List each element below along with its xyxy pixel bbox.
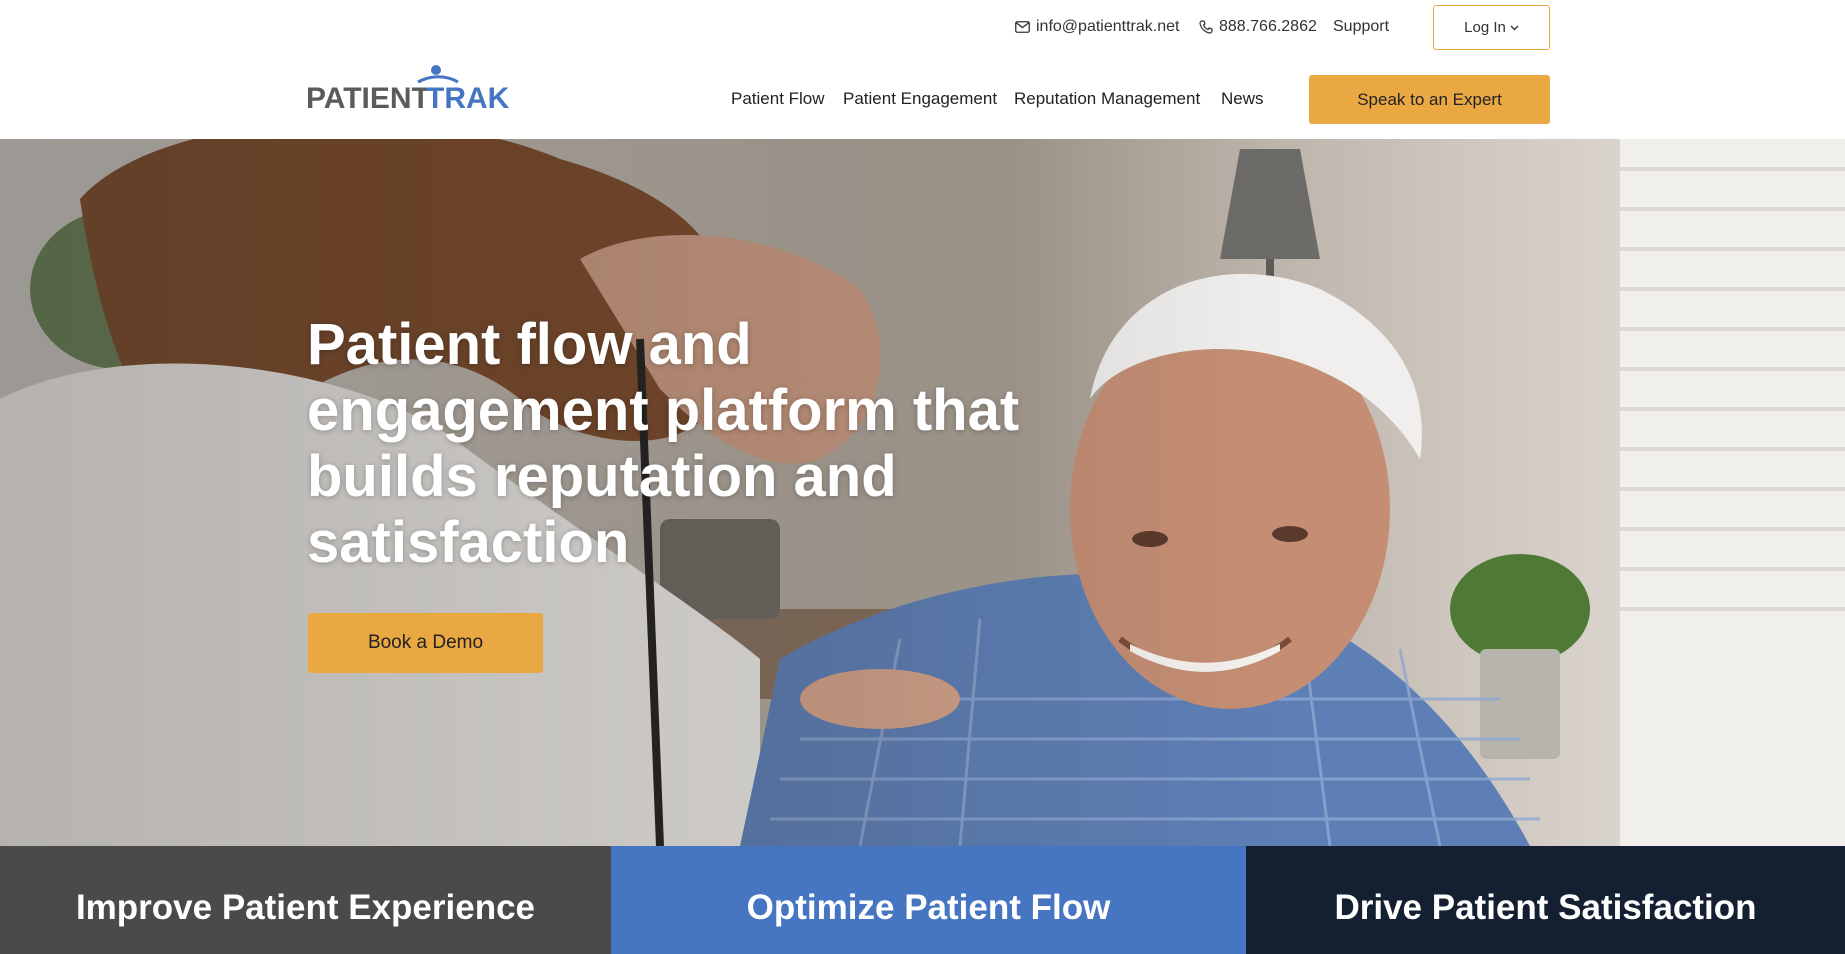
- nav-reputation-management[interactable]: Reputation Management: [1014, 89, 1200, 109]
- nav-patient-flow[interactable]: Patient Flow: [731, 89, 825, 109]
- hero-section: Patient flow and engagement platform tha…: [0, 139, 1845, 846]
- support-link[interactable]: Support: [1333, 18, 1389, 36]
- email-link[interactable]: info@patienttrak.net: [1015, 18, 1179, 36]
- logo-figure-icon: [431, 65, 441, 75]
- logo-text-patient: PATIENT: [306, 82, 430, 112]
- feature-label: Optimize Patient Flow: [746, 888, 1111, 927]
- phone-text: 888.766.2862: [1219, 18, 1317, 35]
- email-text: info@patienttrak.net: [1036, 18, 1180, 35]
- feature-optimize-flow[interactable]: Optimize Patient Flow: [611, 846, 1246, 954]
- feature-drive-satisfaction[interactable]: Drive Patient Satisfaction: [1246, 846, 1845, 954]
- envelope-icon: [1015, 21, 1030, 33]
- speak-to-expert-button[interactable]: Speak to an Expert: [1309, 75, 1550, 124]
- utility-bar: info@patienttrak.net 888.766.2862 Suppor…: [0, 0, 1845, 56]
- patienttrak-logo[interactable]: PATIENT TRAK: [306, 62, 510, 112]
- login-button[interactable]: Log In: [1433, 5, 1550, 50]
- phone-link[interactable]: 888.766.2862: [1199, 18, 1317, 36]
- login-label: Log In: [1464, 19, 1506, 36]
- feature-improve-experience[interactable]: Improve Patient Experience: [0, 846, 611, 954]
- chevron-down-icon: [1510, 25, 1519, 30]
- hero-title: Patient flow and engagement platform tha…: [307, 312, 1020, 575]
- nav-patient-engagement[interactable]: Patient Engagement: [843, 89, 997, 109]
- logo-text-trak: TRAK: [426, 82, 510, 112]
- feature-label: Drive Patient Satisfaction: [1334, 888, 1757, 927]
- phone-icon: [1199, 20, 1213, 34]
- feature-label: Improve Patient Experience: [75, 888, 536, 927]
- nav-news[interactable]: News: [1221, 89, 1264, 109]
- book-demo-button[interactable]: Book a Demo: [308, 613, 543, 673]
